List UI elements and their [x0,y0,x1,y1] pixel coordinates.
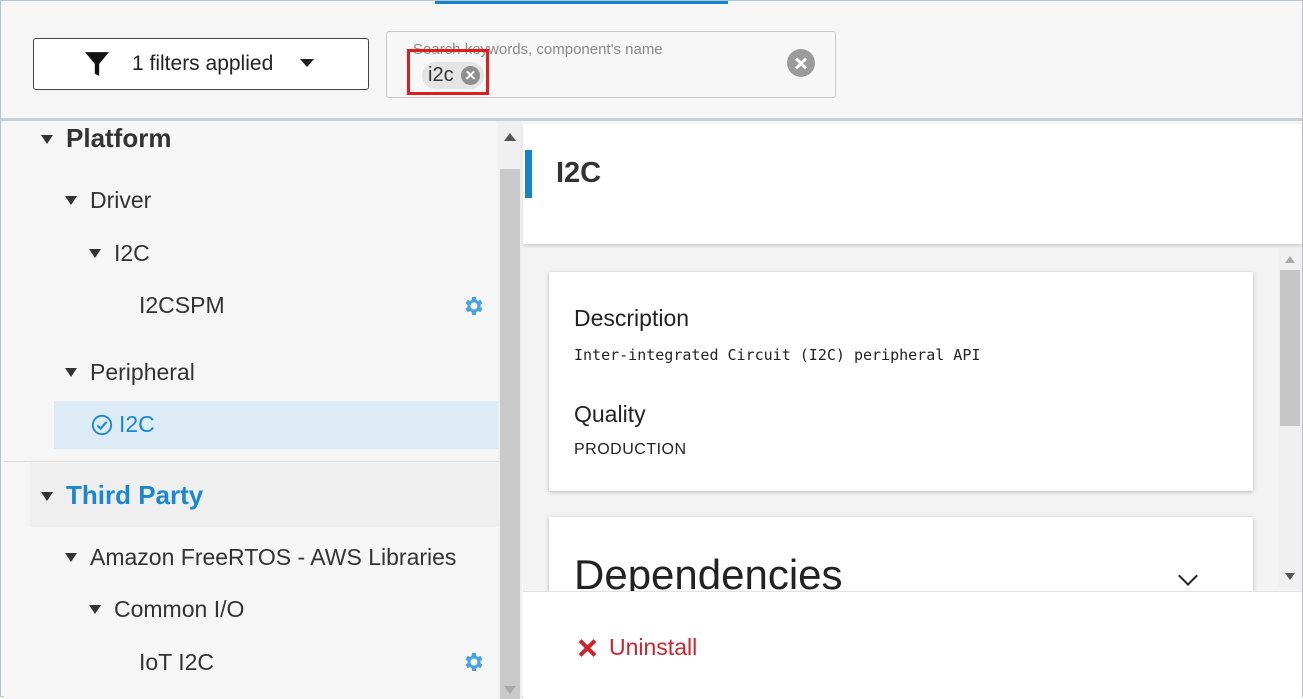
tree-item-label: I2C [119,411,155,437]
tree-subgroup-i2c[interactable]: I2C [4,230,498,278]
clear-search-icon[interactable] [787,49,815,77]
app-window: 1 filters applied Search keywords, compo… [0,0,1303,699]
tree-category-platform[interactable]: Platform [4,121,498,169]
search-chip-label: i2c [428,64,454,86]
title-accent-bar [525,150,532,198]
component-detail-panel: I2C Description Inter-integrated Circuit… [523,124,1302,699]
scroll-up-arrow-icon[interactable] [1285,256,1295,263]
close-x-icon [577,638,597,658]
scroll-down-arrow-icon[interactable] [1285,573,1295,580]
expand-arrow-icon[interactable] [41,135,53,144]
quality-value: PRODUCTION [574,441,687,458]
tree-group-label: Amazon FreeRTOS - AWS Libraries [90,544,457,570]
caret-down-icon [300,59,314,67]
tree-subgroup-common-io[interactable]: Common I/O [4,586,498,634]
tree-item-label: I2CSPM [139,292,225,318]
tree-divider [4,461,498,462]
uninstall-button[interactable]: Uninstall [577,634,697,661]
chevron-down-icon[interactable] [1178,566,1198,586]
expand-arrow-icon[interactable] [89,605,101,614]
uninstall-label: Uninstall [609,634,698,660]
scrollbar-thumb[interactable] [500,169,520,699]
detail-scrollbar[interactable] [1278,248,1302,588]
search-placeholder: Search keywords, component's name [413,41,663,58]
tree-group-label: Driver [90,187,152,213]
tree-item-i2c-selected[interactable]: I2C [54,401,498,449]
tree-category-label: Platform [66,123,172,153]
tree-category-label: Third Party [66,480,204,510]
scrollbar-thumb[interactable] [1280,270,1300,426]
tree-item-label: IoT I2C [139,649,214,675]
filter-toolbar: 1 filters applied Search keywords, compo… [1,4,1302,118]
action-bar: Uninstall [523,591,1302,699]
tree-item-i2cspm[interactable]: I2CSPM [4,282,498,330]
expand-arrow-icon[interactable] [65,368,77,377]
tree-subgroup-label: Common I/O [114,596,245,622]
filter-dropdown-button[interactable]: 1 filters applied [33,38,369,90]
gear-icon[interactable] [461,650,485,674]
check-circle-icon [91,414,113,436]
tree-scrollbar[interactable] [498,121,522,699]
tree-group-peripheral[interactable]: Peripheral [4,349,498,397]
expand-arrow-icon[interactable] [41,492,53,501]
expand-arrow-icon[interactable] [65,553,77,562]
filter-funnel-icon [85,52,109,76]
description-heading: Description [574,305,690,331]
tree-group-driver[interactable]: Driver [4,177,498,225]
component-tree: Platform Driver I2C I2CSPM Peripheral I2… [4,121,498,698]
tree-group-label: Peripheral [90,359,195,385]
tree-subgroup-label: I2C [114,240,150,266]
filter-dropdown-label: 1 filters applied [132,52,274,75]
search-input[interactable]: Search keywords, component's name i2c [386,31,836,98]
gear-icon[interactable] [461,294,485,318]
chip-remove-icon[interactable] [460,66,480,85]
scroll-up-arrow-icon[interactable] [504,133,516,141]
search-chip: i2c [422,62,484,89]
detail-header: I2C [523,124,1302,244]
scroll-down-arrow-icon[interactable] [504,686,516,694]
expand-arrow-icon[interactable] [65,196,77,205]
description-card: Description Inter-integrated Circuit (I2… [549,272,1253,491]
quality-heading: Quality [574,401,646,427]
page-title: I2C [556,157,602,189]
description-text: Inter-integrated Circuit (I2C) periphera… [574,346,981,364]
tree-group-amazon-freertos[interactable]: Amazon FreeRTOS - AWS Libraries [4,534,498,582]
tree-category-third-party[interactable]: Third Party [4,472,498,520]
expand-arrow-icon[interactable] [89,249,101,258]
tree-item-iot-i2c[interactable]: IoT I2C [4,639,498,687]
